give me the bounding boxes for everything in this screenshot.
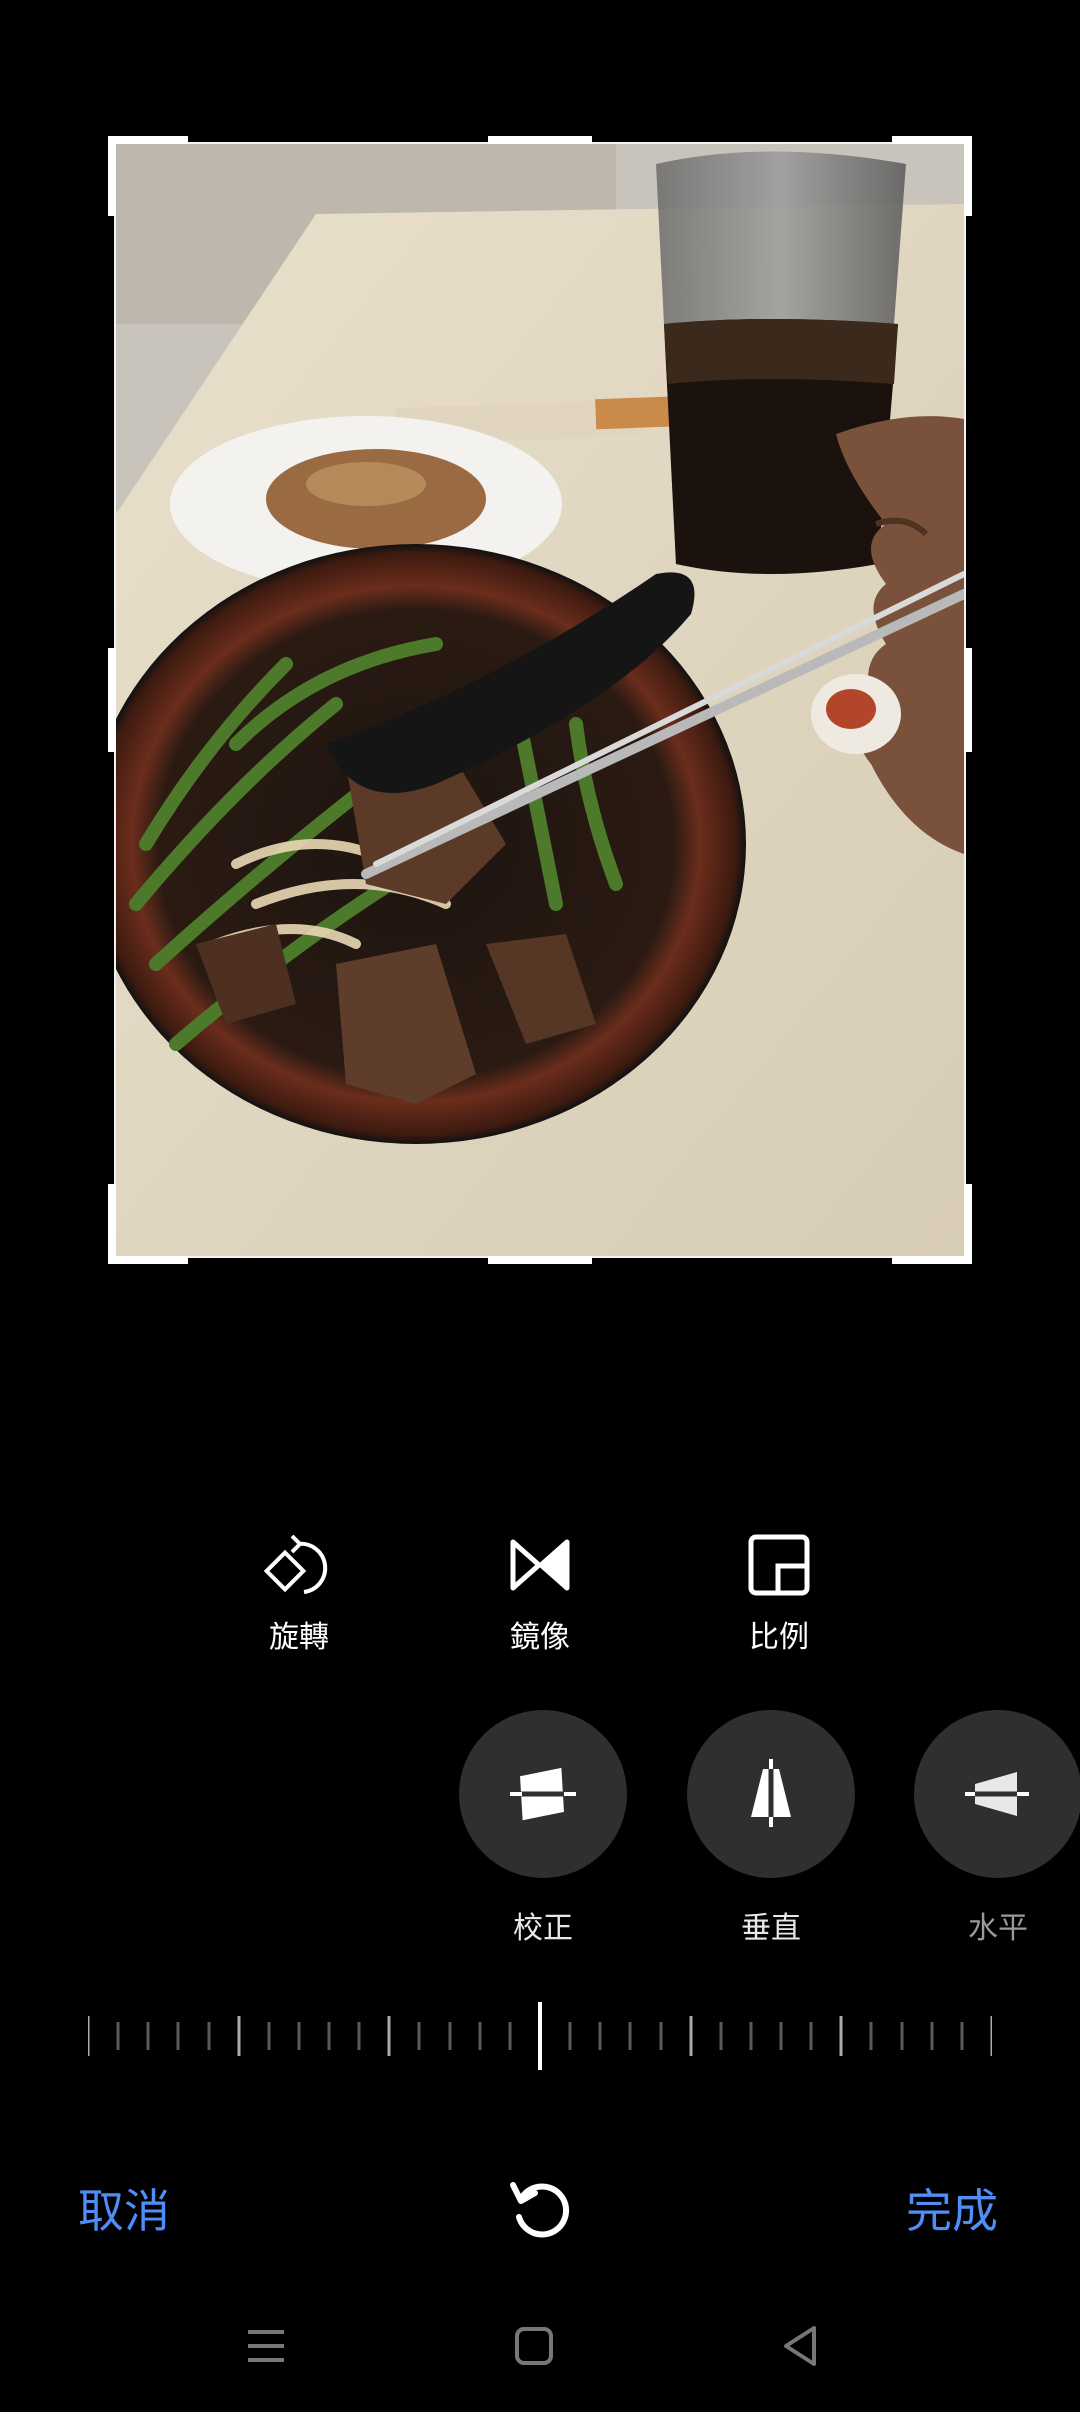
horizontal-perspective-icon xyxy=(963,1772,1033,1816)
angle-ruler[interactable] xyxy=(88,2000,992,2080)
crop-handle-right[interactable] xyxy=(964,648,972,752)
ratio-icon xyxy=(748,1534,810,1596)
mirror-button[interactable]: 鏡像 xyxy=(465,1530,615,1656)
crop-handle-top[interactable] xyxy=(488,136,592,144)
menu-icon[interactable] xyxy=(246,2326,286,2366)
reset-button[interactable] xyxy=(507,2177,573,2243)
vertical-perspective-button[interactable] xyxy=(687,1710,855,1878)
straighten-icon xyxy=(508,1767,578,1821)
vertical-perspective-icon xyxy=(751,1759,791,1827)
done-button[interactable]: 完成 xyxy=(906,2175,998,2241)
home-icon[interactable] xyxy=(514,2326,554,2366)
rotate-label: 旋轉 xyxy=(269,1620,329,1655)
photo-preview[interactable] xyxy=(116,144,964,1256)
cancel-button[interactable]: 取消 xyxy=(78,2175,170,2241)
mirror-icon xyxy=(510,1539,570,1591)
rotate-icon xyxy=(264,1534,328,1594)
crop-handle-left[interactable] xyxy=(108,648,116,752)
straighten-button[interactable] xyxy=(459,1710,627,1878)
ratio-label: 比例 xyxy=(749,1620,809,1655)
rotate-button[interactable]: 旋轉 xyxy=(224,1530,374,1656)
horizontal-perspective-label: 水平 xyxy=(968,1911,1028,1946)
crop-handle-bottom[interactable] xyxy=(488,1256,592,1264)
vertical-perspective-label: 垂直 xyxy=(741,1911,801,1946)
mirror-label: 鏡像 xyxy=(510,1620,570,1655)
straighten-label: 校正 xyxy=(513,1911,573,1946)
horizontal-perspective-button[interactable] xyxy=(914,1710,1080,1878)
photo-image xyxy=(116,144,964,1256)
back-icon[interactable] xyxy=(780,2324,820,2368)
reset-icon xyxy=(510,2182,570,2238)
ratio-button[interactable]: 比例 xyxy=(704,1530,854,1656)
